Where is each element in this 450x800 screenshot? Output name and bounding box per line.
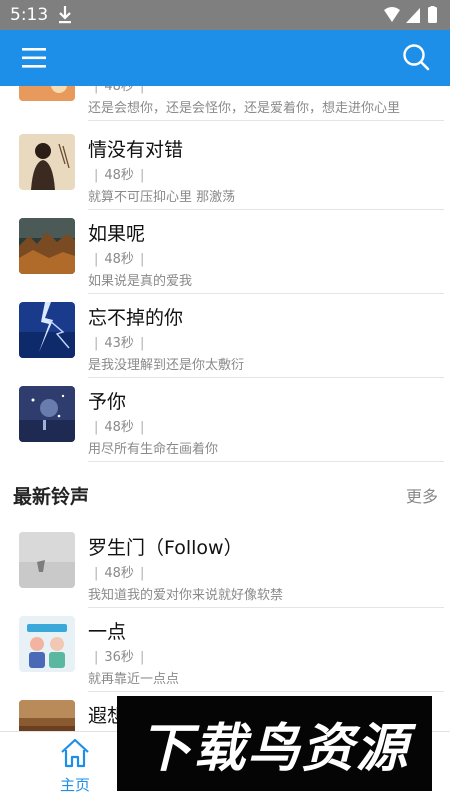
song-description: 就算不可压抑心里 那激荡 xyxy=(88,190,236,205)
song-duration: 48秒 xyxy=(104,566,134,581)
meta-separator: | xyxy=(94,650,99,665)
meta-separator: | xyxy=(94,566,99,581)
song-description: 就再靠近一点点 xyxy=(88,672,180,687)
song-description: 我知道我的爱对你来说就好像软禁 xyxy=(88,588,284,603)
song-duration: 48秒 xyxy=(104,168,134,183)
song-title: 忘不掉的你 xyxy=(88,307,184,329)
album-art xyxy=(19,302,75,358)
album-art xyxy=(19,134,75,190)
status-time: 5:13 xyxy=(10,5,49,25)
song-row[interactable]: 忘不掉的你 | 43秒 | 是我没理解到还是你太敷衍 xyxy=(0,294,450,378)
song-row[interactable]: 一点 | 36秒 | 就再靠近一点点 xyxy=(0,608,450,692)
download-icon xyxy=(59,6,71,24)
meta-separator: | xyxy=(94,86,99,94)
meta-separator: | xyxy=(139,168,145,183)
wifi-icon xyxy=(384,7,400,22)
song-description: 如果说是真的爱我 xyxy=(88,274,193,289)
song-title: 予你 xyxy=(88,391,127,413)
song-description: 是我没理解到还是你太敷衍 xyxy=(88,358,245,373)
song-duration: 48秒 xyxy=(104,420,134,435)
nav-home[interactable]: 主页 xyxy=(50,736,100,798)
watermark-text: 下载鸟资源 xyxy=(139,719,410,779)
song-meta: | 48秒 | xyxy=(88,416,150,435)
song-row[interactable]: 如果呢 | 48秒 | 如果说是真的爱我 xyxy=(0,210,450,294)
song-meta: | 48秒 | xyxy=(88,164,150,183)
search-icon[interactable] xyxy=(402,43,430,71)
song-row[interactable]: 情没有对错 | 48秒 | 就算不可压抑心里 那激荡 xyxy=(0,126,450,210)
song-title: 如果呢 xyxy=(88,223,146,245)
song-meta: | 48秒 | xyxy=(88,86,150,94)
song-duration: 43秒 xyxy=(104,336,134,351)
song-row[interactable]: 罗生门（Follow） | 48秒 | 我知道我的爱对你来说就好像软禁 xyxy=(0,524,450,608)
song-duration: 36秒 xyxy=(104,650,134,665)
meta-separator: | xyxy=(139,252,145,267)
content-list[interactable]: | 48秒 | 还是会想你，还是会怪你，还是爱着你，想走进你心里 情没有对错 | 48… xyxy=(0,86,450,731)
song-row[interactable]: 予你 | 48秒 | 用尽所有生命在画着你 xyxy=(0,378,450,462)
divider xyxy=(88,461,444,462)
song-description: 还是会想你，还是会怪你，还是爱着你，想走进你心里 xyxy=(88,101,401,116)
meta-separator: | xyxy=(139,336,145,351)
meta-separator: | xyxy=(94,252,99,267)
album-art xyxy=(19,700,75,731)
meta-separator: | xyxy=(94,420,99,435)
meta-separator: | xyxy=(139,566,145,581)
song-meta: | 48秒 | xyxy=(88,562,150,581)
album-art xyxy=(19,616,75,672)
divider xyxy=(88,120,444,121)
song-meta: | 48秒 | xyxy=(88,248,150,267)
meta-separator: | xyxy=(139,650,145,665)
section-title: 最新铃声 xyxy=(13,486,90,508)
song-title: 一点 xyxy=(88,621,127,643)
meta-separator: | xyxy=(139,420,145,435)
song-meta: | 36秒 | xyxy=(88,646,150,665)
song-duration: 48秒 xyxy=(104,86,134,94)
meta-separator: | xyxy=(94,168,99,183)
meta-separator: | xyxy=(139,86,145,94)
watermark: 下载鸟资源 xyxy=(117,696,432,791)
song-meta: | 43秒 | xyxy=(88,332,150,351)
battery-icon xyxy=(428,7,437,23)
status-bar: 5:13 xyxy=(0,0,450,30)
more-link[interactable]: 更多 xyxy=(406,483,438,507)
album-art xyxy=(19,532,75,588)
song-duration: 48秒 xyxy=(104,252,134,267)
song-title: 情没有对错 xyxy=(88,139,184,161)
meta-separator: | xyxy=(94,336,99,351)
status-icons xyxy=(384,6,437,23)
album-art xyxy=(19,86,75,101)
album-art xyxy=(19,386,75,442)
album-art xyxy=(19,218,75,274)
signal-icon xyxy=(406,8,420,23)
nav-home-label: 主页 xyxy=(59,776,90,794)
song-title: 罗生门（Follow） xyxy=(88,537,243,559)
menu-icon[interactable] xyxy=(22,47,46,69)
song-description: 用尽所有生命在画着你 xyxy=(88,442,219,457)
song-row[interactable]: | 48秒 | 还是会想你，还是会怪你，还是爱着你，想走进你心里 xyxy=(0,86,450,121)
home-icon xyxy=(61,738,89,768)
app-bar xyxy=(0,30,450,86)
